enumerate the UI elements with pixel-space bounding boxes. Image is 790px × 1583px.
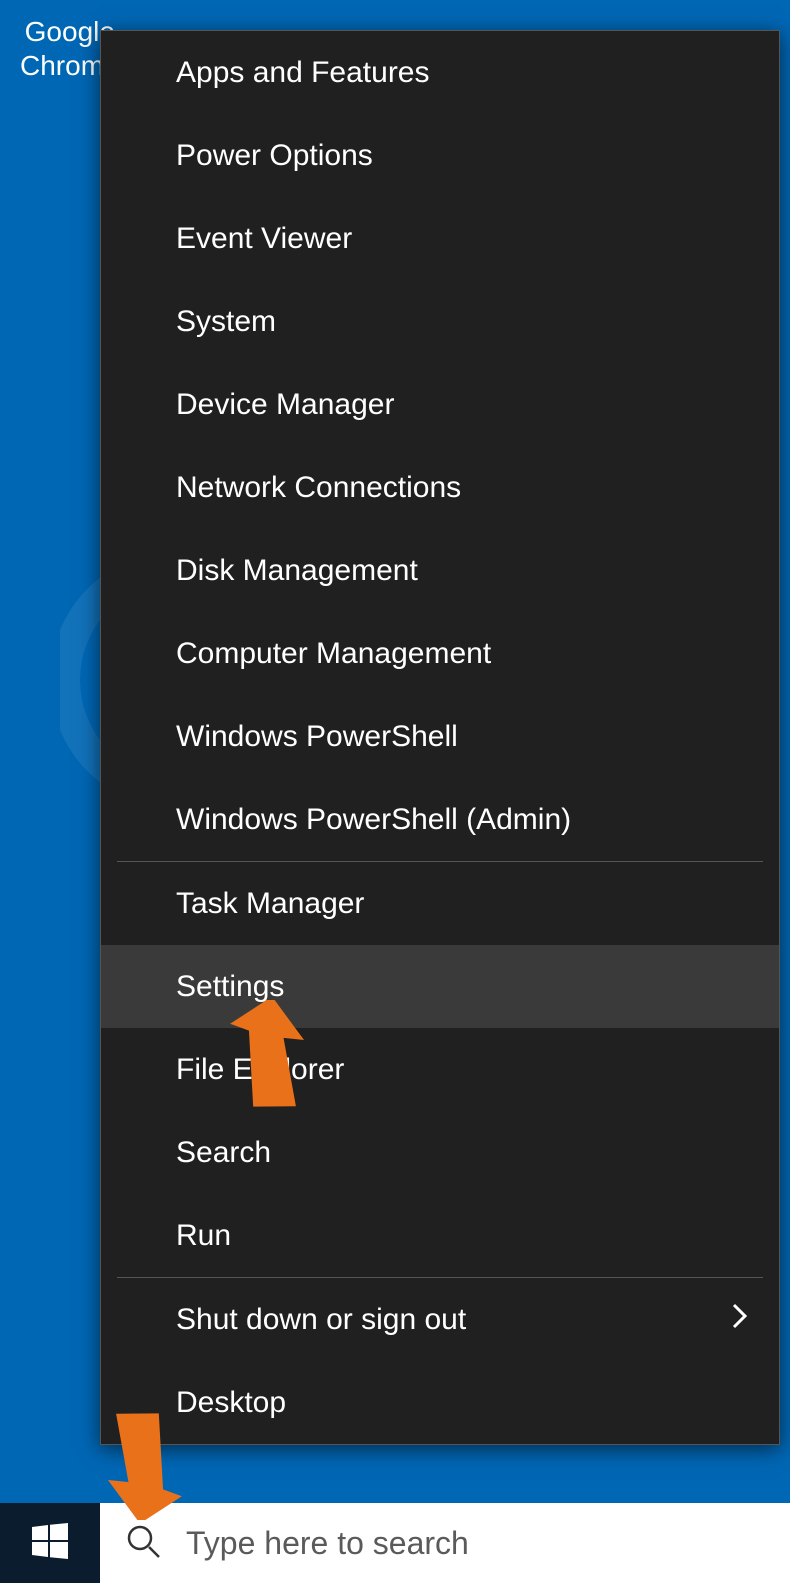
- menu-label: Windows PowerShell: [176, 720, 458, 754]
- menu-label: Task Manager: [176, 887, 364, 921]
- menu-item-task-manager[interactable]: Task Manager: [101, 862, 779, 945]
- menu-item-apps-and-features[interactable]: Apps and Features: [101, 31, 779, 114]
- menu-item-network-connections[interactable]: Network Connections: [101, 446, 779, 529]
- menu-item-system[interactable]: System: [101, 280, 779, 363]
- menu-label: Windows PowerShell (Admin): [176, 803, 571, 837]
- menu-label: Computer Management: [176, 637, 491, 671]
- menu-item-search[interactable]: Search: [101, 1111, 779, 1194]
- menu-label: Apps and Features: [176, 56, 430, 90]
- menu-label: Desktop: [176, 1386, 286, 1420]
- menu-label: Search: [176, 1136, 271, 1170]
- menu-item-power-options[interactable]: Power Options: [101, 114, 779, 197]
- windows-logo-icon: [32, 1523, 68, 1564]
- menu-label: Power Options: [176, 139, 373, 173]
- taskbar: Type here to search: [0, 1503, 790, 1583]
- menu-item-device-manager[interactable]: Device Manager: [101, 363, 779, 446]
- menu-label: Shut down or sign out: [176, 1303, 466, 1337]
- menu-item-file-explorer[interactable]: File Explorer: [101, 1028, 779, 1111]
- menu-item-computer-management[interactable]: Computer Management: [101, 612, 779, 695]
- search-placeholder: Type here to search: [186, 1525, 469, 1562]
- menu-item-windows-powershell[interactable]: Windows PowerShell: [101, 695, 779, 778]
- menu-item-windows-powershell-admin[interactable]: Windows PowerShell (Admin): [101, 778, 779, 861]
- menu-item-disk-management[interactable]: Disk Management: [101, 529, 779, 612]
- menu-label: File Explorer: [176, 1053, 344, 1087]
- menu-item-desktop[interactable]: Desktop: [101, 1361, 779, 1444]
- menu-item-event-viewer[interactable]: Event Viewer: [101, 197, 779, 280]
- start-right-click-menu: Apps and Features Power Options Event Vi…: [100, 30, 780, 1445]
- menu-label: Device Manager: [176, 388, 394, 422]
- menu-label: Network Connections: [176, 471, 461, 505]
- menu-item-shutdown[interactable]: Shut down or sign out: [101, 1278, 779, 1361]
- menu-label: Settings: [176, 970, 284, 1004]
- menu-label: System: [176, 305, 276, 339]
- menu-item-run[interactable]: Run: [101, 1194, 779, 1277]
- menu-item-settings[interactable]: Settings: [101, 945, 779, 1028]
- menu-label: Disk Management: [176, 554, 418, 588]
- chevron-right-icon: [731, 1302, 749, 1337]
- taskbar-search[interactable]: Type here to search: [100, 1503, 790, 1583]
- search-icon: [125, 1523, 161, 1564]
- menu-label: Event Viewer: [176, 222, 352, 256]
- start-button[interactable]: [0, 1503, 100, 1583]
- menu-label: Run: [176, 1219, 231, 1253]
